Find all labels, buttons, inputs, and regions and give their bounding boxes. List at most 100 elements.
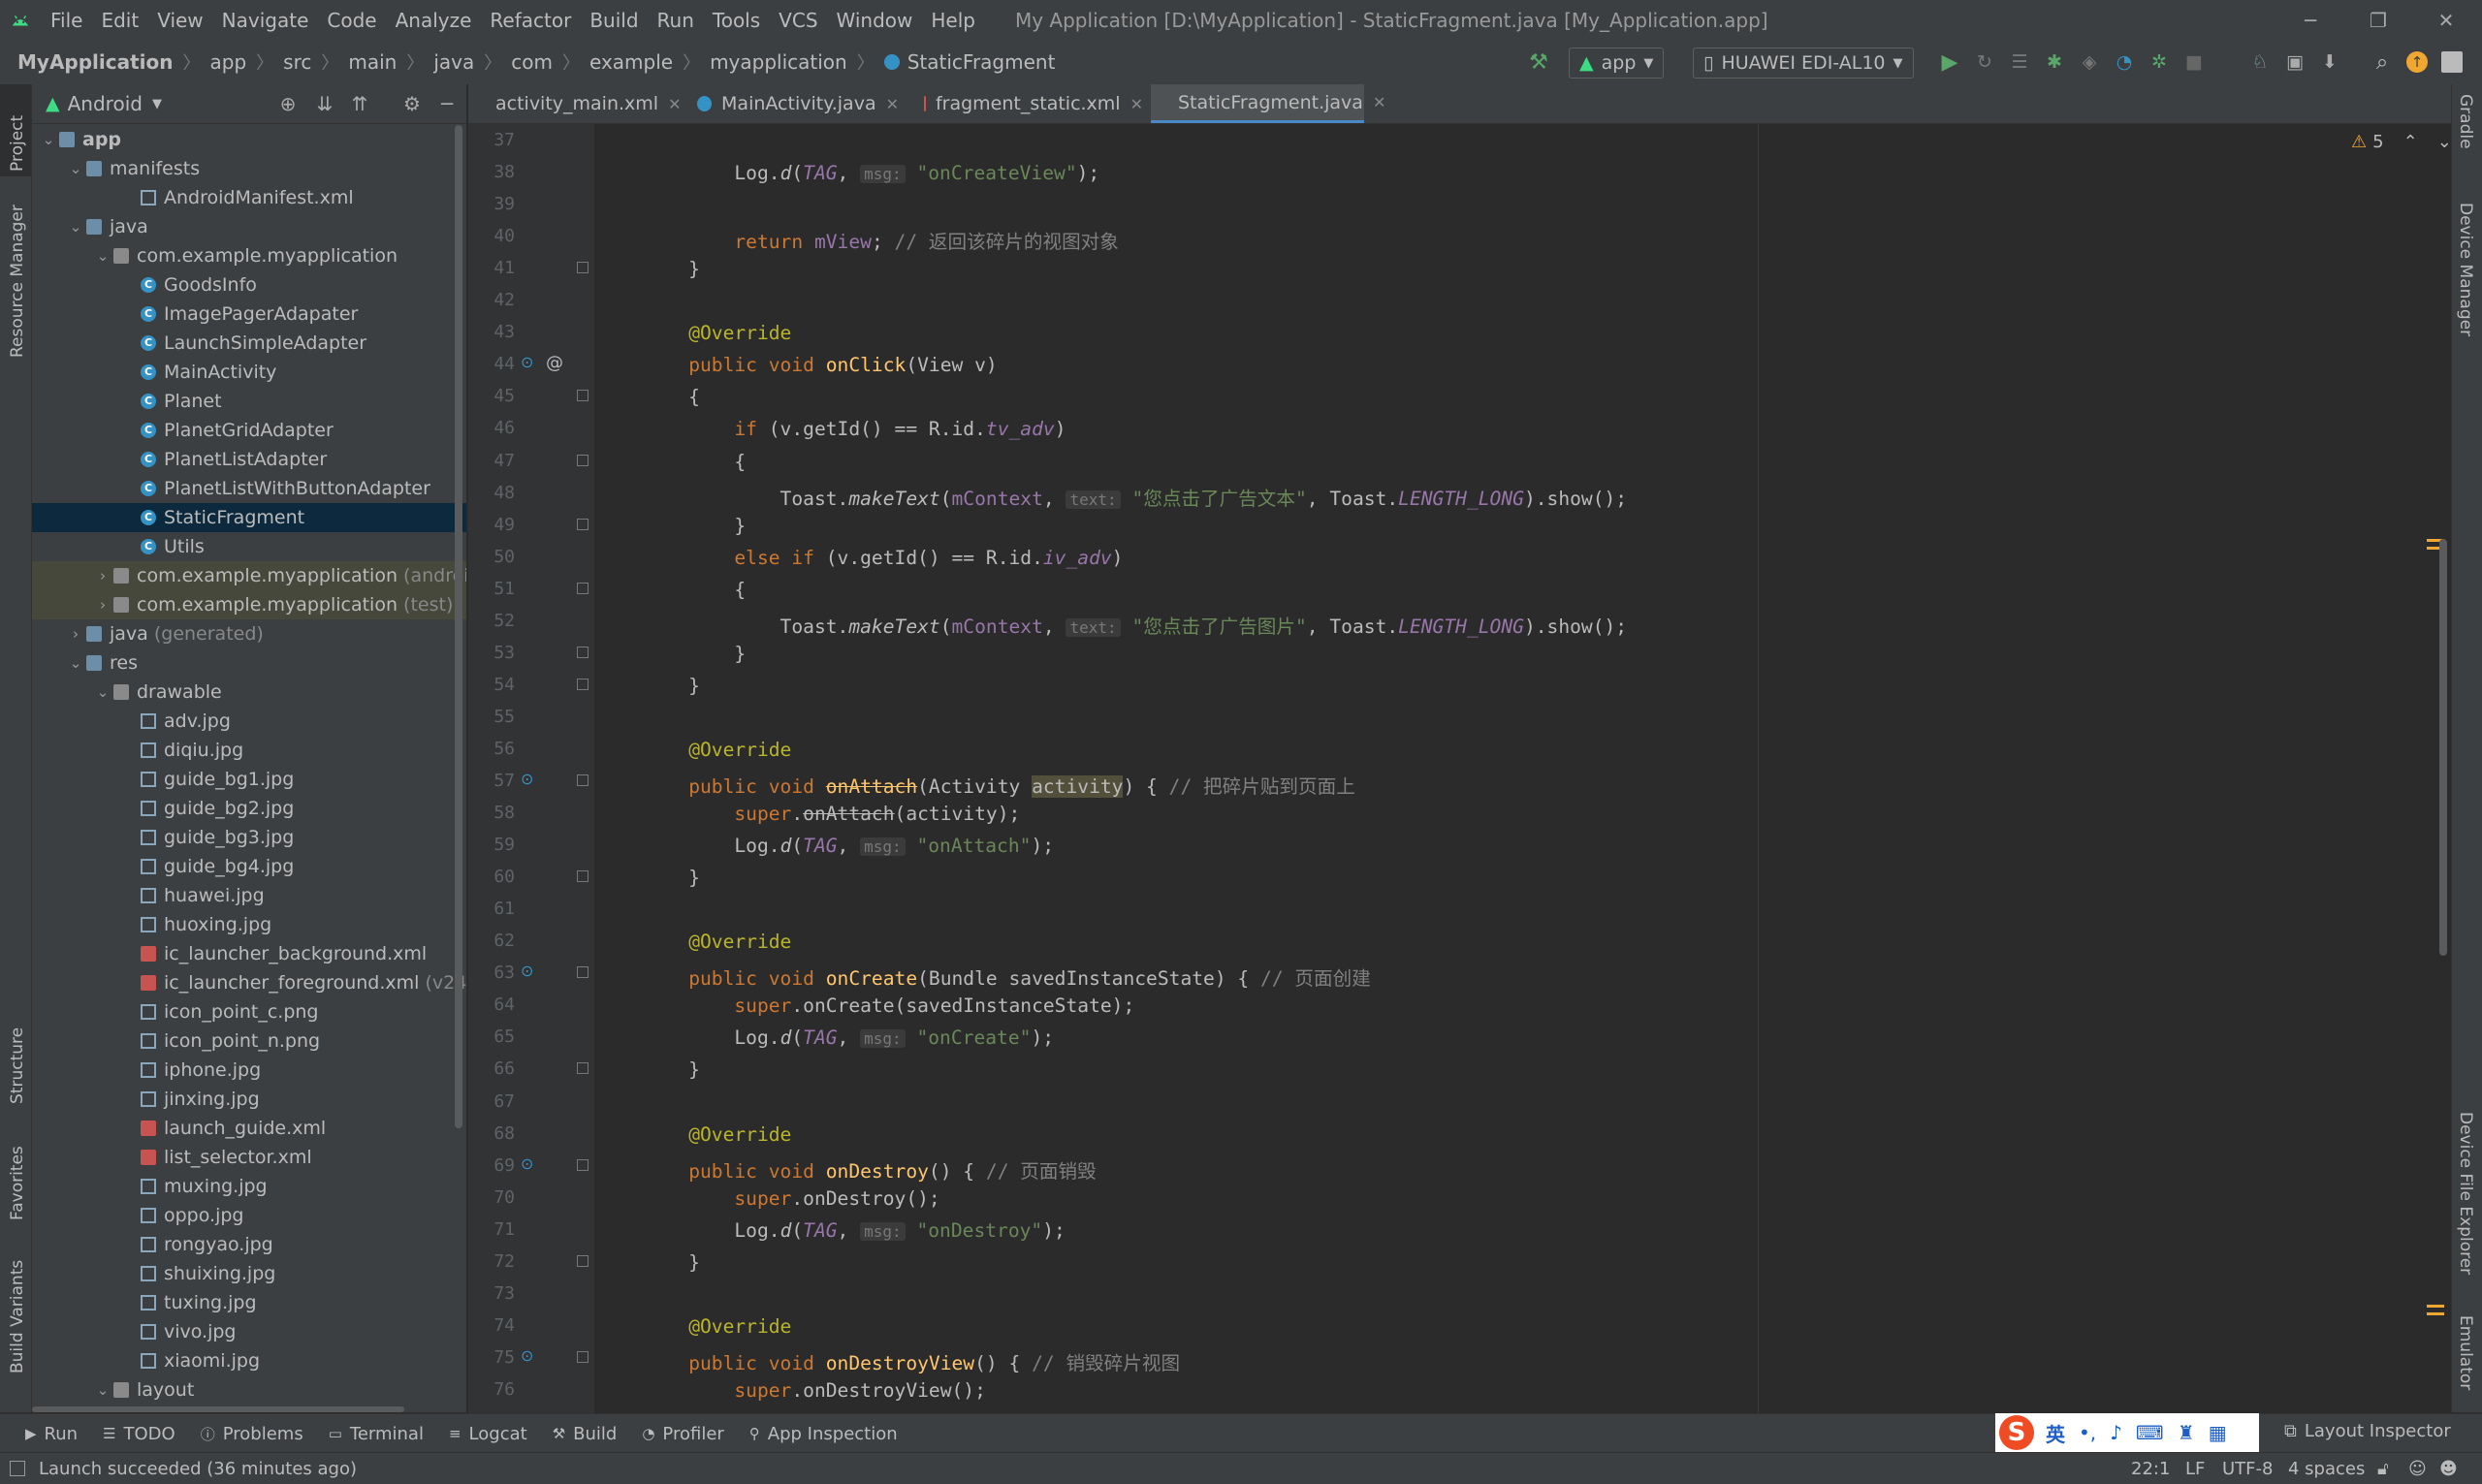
code-line[interactable]: return mView; // 返回该碎片的视图对象	[643, 226, 1118, 254]
breadcrumb-item[interactable]: example	[589, 50, 673, 74]
project-tree-scrollbar[interactable]	[455, 125, 462, 1128]
tree-item[interactable]: C GoodsInfo	[32, 270, 466, 300]
apply-changes-button[interactable]: ↻	[1970, 47, 1999, 77]
menu-build[interactable]: Build	[589, 9, 638, 32]
profile-button[interactable]: ◔	[2110, 47, 2139, 77]
gear-icon[interactable]: ⚙	[400, 92, 424, 115]
attach-debugger-button[interactable]: ✲	[2145, 47, 2174, 77]
tree-item[interactable]: ⌄ app	[32, 125, 466, 154]
breadcrumb-item[interactable]: StaticFragment	[907, 50, 1056, 74]
menu-analyze[interactable]: Analyze	[396, 9, 472, 32]
code-line[interactable]: {	[643, 451, 746, 473]
breadcrumb-item[interactable]: main	[348, 50, 397, 74]
tree-item[interactable]: adv.jpg	[32, 707, 466, 736]
tree-item[interactable]: diqiu.jpg	[32, 736, 466, 765]
menu-run[interactable]: Run	[657, 9, 694, 32]
menu-view[interactable]: View	[157, 9, 203, 32]
chevron-down-icon[interactable]: ⌄	[69, 154, 82, 183]
code-line[interactable]: super.onDestroy();	[643, 1187, 939, 1210]
run-button[interactable]: ▶	[1935, 47, 1964, 77]
ime-language[interactable]: 英	[2046, 1419, 2065, 1447]
code-line[interactable]: {	[643, 579, 746, 601]
microphone-icon[interactable]: ♪	[2110, 1421, 2122, 1444]
fold-marker-icon[interactable]	[577, 518, 589, 530]
code-line[interactable]: super.onCreate(savedInstanceState);	[643, 995, 1134, 1017]
tree-item[interactable]: ⌄ manifests	[32, 154, 466, 183]
override-marker-icon[interactable]: ⊙	[521, 962, 533, 980]
lock-icon[interactable]: 🔓︎	[2377, 1459, 2389, 1479]
fold-marker-icon[interactable]	[577, 1350, 589, 1363]
device-selector[interactable]: ▯ HUAWEI EDI-AL10 ▼	[1693, 47, 1914, 79]
tree-item[interactable]: ic_launcher_foreground.xml (v24)	[32, 968, 466, 997]
code-line[interactable]: Log.d(TAG, msg: "onDestroy");	[643, 1219, 1065, 1242]
fold-marker-icon[interactable]	[577, 1254, 589, 1267]
tree-item[interactable]: C ImagePagerAdapater	[32, 300, 466, 329]
skin-icon[interactable]: ♜	[2178, 1421, 2195, 1444]
override-marker-icon[interactable]: ⊙	[521, 1346, 533, 1365]
menu-help[interactable]: Help	[931, 9, 975, 32]
fold-marker-icon[interactable]	[577, 390, 589, 402]
line-separator[interactable]: LF	[2185, 1459, 2205, 1479]
editor-scrollbar[interactable]	[2439, 539, 2447, 956]
code-line[interactable]: super.onAttach(activity);	[643, 803, 1020, 825]
override-marker-icon[interactable]: ⊙	[521, 770, 533, 788]
tree-item[interactable]: rongyao.jpg	[32, 1230, 466, 1259]
bottom-tool-tab[interactable]: ☰ TODO	[103, 1424, 175, 1444]
fold-marker-icon[interactable]	[577, 582, 589, 594]
code-line[interactable]: }	[643, 675, 700, 697]
code-editor[interactable]: ⚠ 5 ⌃ ⌄ Log.d(TAG, msg: "onCreateView");…	[594, 124, 2451, 1413]
menu-edit[interactable]: Edit	[101, 9, 139, 32]
build-variants-tool-tab[interactable]: Build Variants	[8, 1260, 27, 1373]
code-line[interactable]: Log.d(TAG, msg: "onCreateView");	[643, 162, 1099, 184]
code-line[interactable]: {	[643, 386, 700, 408]
code-line[interactable]: }	[643, 515, 746, 537]
file-encoding[interactable]: UTF-8	[2222, 1459, 2273, 1479]
chevron-down-icon[interactable]: ⌄	[96, 678, 110, 707]
coverage-button[interactable]: ◈	[2075, 47, 2104, 77]
tree-item[interactable]: ⌄ java	[32, 212, 466, 241]
code-line[interactable]: public void onCreate(Bundle savedInstanc…	[643, 963, 1371, 991]
tree-item[interactable]: ic_launcher_background.xml	[32, 939, 466, 968]
chevron-down-icon[interactable]: ⌄	[69, 648, 82, 678]
code-line[interactable]: Toast.makeText(mContext, text: "您点击了广告文本…	[643, 483, 1628, 511]
override-marker-icon[interactable]: ⊙	[521, 353, 533, 371]
override-marker-icon[interactable]: ⊙	[521, 1154, 533, 1173]
tree-item[interactable]: jinxing.jpg	[32, 1085, 466, 1114]
menu-code[interactable]: Code	[327, 9, 376, 32]
toolbox-icon[interactable]: ▦	[2209, 1421, 2227, 1444]
code-line[interactable]: @Override	[643, 931, 791, 953]
tree-item[interactable]: ⌄ com.example.myapplication	[32, 241, 466, 270]
breadcrumb-item[interactable]: com	[511, 50, 553, 74]
editor-tab[interactable]: activity_main.xml ✕	[468, 84, 681, 123]
close-tab-icon[interactable]: ✕	[886, 95, 899, 113]
tree-item[interactable]: C MainActivity	[32, 358, 466, 387]
tree-item[interactable]: launch_guide.xml	[32, 1114, 466, 1143]
punctuation-icon[interactable]: •,	[2079, 1421, 2096, 1444]
emulator-tool-tab[interactable]: Emulator	[2456, 1315, 2475, 1390]
bottom-tool-tab[interactable]: ▭ Terminal	[329, 1424, 424, 1444]
tree-item[interactable]: C StaticFragment	[32, 503, 466, 532]
chevron-down-icon[interactable]: ⌄	[96, 241, 110, 270]
menu-window[interactable]: Window	[837, 9, 913, 32]
updates-button[interactable]: ↑	[2402, 47, 2432, 77]
fold-marker-icon[interactable]	[577, 678, 589, 690]
tree-item[interactable]: C PlanetListWithButtonAdapter	[32, 474, 466, 503]
account-button[interactable]	[2437, 47, 2466, 77]
bottom-tool-tab[interactable]: ⓘ Problems	[201, 1424, 303, 1444]
bottom-tool-tab[interactable]: ⚲ App Inspection	[749, 1424, 898, 1444]
menu-navigate[interactable]: Navigate	[222, 9, 309, 32]
warning-stripe[interactable]	[2427, 1312, 2444, 1315]
code-line[interactable]: @Override	[643, 1315, 791, 1338]
caret-position[interactable]: 22:1	[2131, 1459, 2170, 1479]
run-config-selector[interactable]: ▲ app ▼	[1569, 47, 1665, 79]
device-manager-button[interactable]: ▣	[2280, 47, 2309, 77]
warning-stripe[interactable]	[2427, 1305, 2444, 1308]
tree-item[interactable]: guide_bg3.jpg	[32, 823, 466, 852]
tree-item[interactable]: tuxing.jpg	[32, 1288, 466, 1317]
tree-item[interactable]: muxing.jpg	[32, 1172, 466, 1201]
inspection-widget[interactable]: ⚠ 5 ⌃ ⌄	[2351, 132, 2451, 152]
project-view-selector[interactable]: Android	[68, 92, 143, 115]
tree-item[interactable]: C PlanetListAdapter	[32, 445, 466, 474]
fold-marker-icon[interactable]	[577, 870, 589, 883]
bottom-tool-tab[interactable]: ≡ Logcat	[449, 1424, 527, 1444]
